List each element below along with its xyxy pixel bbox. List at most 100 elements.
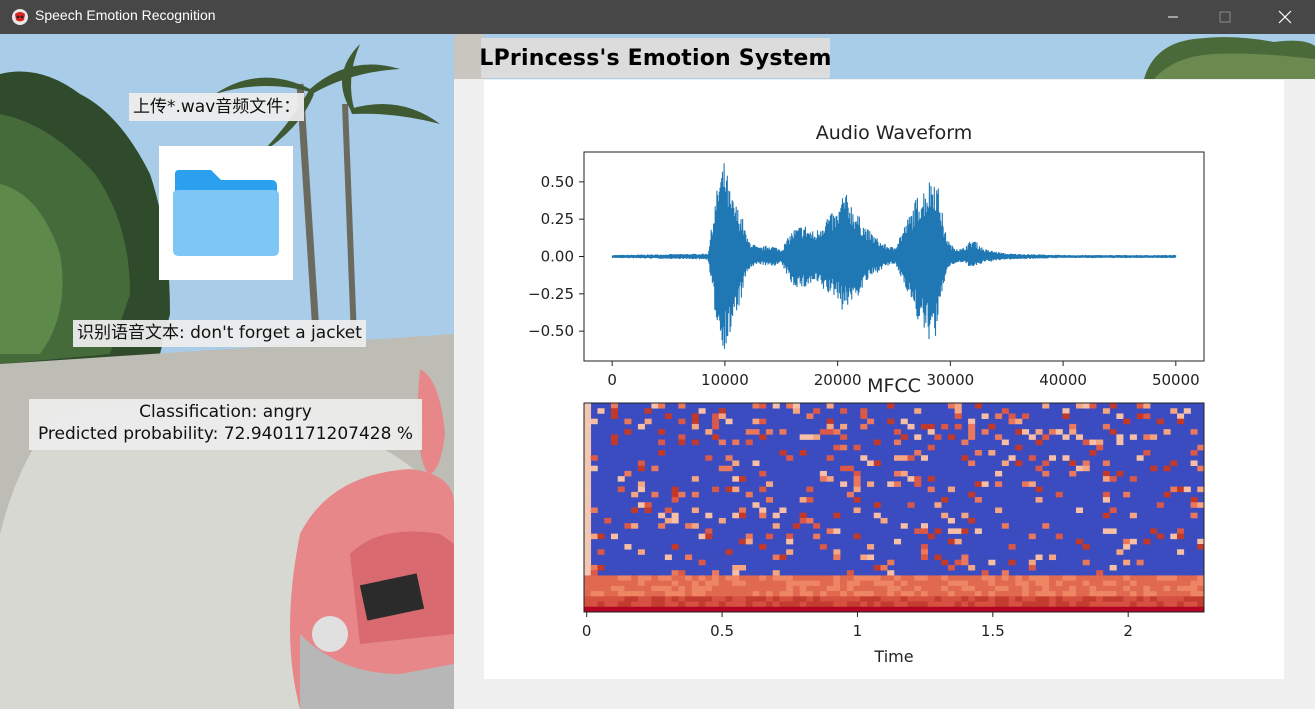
mfcc-cell	[759, 596, 767, 602]
mfcc-cell	[974, 575, 982, 581]
upload-label: 上传*.wav音频文件：	[129, 93, 305, 121]
mfcc-cell	[779, 450, 787, 456]
mfcc-cell	[1116, 580, 1124, 587]
mfcc-cell	[732, 601, 740, 608]
mfcc-cell	[651, 575, 659, 581]
mfcc-cell	[792, 408, 800, 414]
mfcc-cell	[1028, 596, 1036, 602]
mfcc-cell	[651, 596, 659, 602]
mfcc-cell	[1150, 575, 1158, 581]
mfcc-cell	[1082, 403, 1090, 409]
mfcc-cell	[995, 580, 1003, 587]
mfcc-cell	[968, 564, 976, 571]
mfcc-cell	[779, 554, 787, 561]
mfcc-cell	[705, 585, 713, 592]
mfcc-cell	[1190, 606, 1198, 613]
mfcc-cell	[624, 580, 632, 587]
mfcc-cell	[779, 596, 787, 602]
mfcc-cell	[1069, 575, 1077, 581]
mfcc-cell	[1102, 408, 1110, 414]
mfcc-cell	[718, 591, 726, 597]
mfcc-cell	[698, 606, 706, 613]
mfcc-cell	[941, 559, 949, 566]
mfcc-cell	[671, 570, 679, 576]
mfcc-cell	[1062, 408, 1070, 414]
mfcc-cell	[880, 585, 888, 592]
mfcc-cell	[1150, 528, 1158, 534]
mfcc-cell	[1143, 596, 1151, 602]
mfcc-cell	[1055, 575, 1063, 581]
mfcc-cell	[1129, 585, 1137, 592]
mfcc-cell	[765, 601, 773, 608]
mfcc-cell	[894, 470, 902, 477]
mfcc-cell	[597, 533, 605, 540]
mfcc-cell	[584, 434, 592, 440]
mfcc-cell	[1069, 460, 1077, 466]
classification-label: Classification: angry	[139, 402, 312, 422]
mfcc-cell	[1102, 476, 1110, 482]
mfcc-cell	[974, 596, 982, 602]
mfcc-cell	[1177, 486, 1185, 493]
mfcc-cell	[846, 606, 854, 613]
mfcc-cell	[604, 585, 612, 592]
mfcc-cell	[1082, 591, 1090, 597]
mfcc-cell	[1035, 554, 1043, 561]
close-button[interactable]	[1262, 0, 1308, 34]
upload-file-button[interactable]	[159, 146, 293, 280]
mfcc-cell	[705, 591, 713, 597]
mfcc-cell	[624, 575, 632, 581]
mfcc-cell	[907, 575, 915, 581]
mfcc-cell	[1170, 408, 1178, 414]
mfcc-cell	[873, 439, 881, 446]
mfcc-cell	[1177, 533, 1185, 540]
mfcc-cell	[968, 418, 976, 425]
mfcc-cell	[1001, 570, 1009, 576]
mfcc-cell	[860, 575, 868, 581]
mfcc-cell	[1177, 585, 1185, 592]
mfcc-cell	[840, 423, 848, 430]
mfcc-cell	[732, 486, 740, 493]
mfcc-cell	[968, 606, 976, 613]
mfcc-cell	[968, 601, 976, 608]
waveform-y-tick-label: 0.00	[541, 248, 574, 266]
mfcc-cell	[1096, 570, 1104, 576]
mfcc-cell	[759, 580, 767, 587]
mfcc-cell	[826, 606, 834, 613]
mfcc-cell	[947, 486, 955, 493]
mfcc-cell	[765, 481, 773, 487]
mfcc-cell	[671, 601, 679, 608]
app-icon	[12, 9, 28, 25]
mfcc-cell	[887, 575, 895, 581]
mfcc-cell	[914, 585, 922, 592]
mfcc-cell	[846, 570, 854, 576]
title-bar: Speech Emotion Recognition	[0, 0, 1315, 34]
mfcc-cell	[590, 606, 598, 613]
maximize-button[interactable]	[1202, 0, 1248, 34]
mfcc-cell	[840, 596, 848, 602]
mfcc-cell	[1116, 575, 1124, 581]
mfcc-cell	[725, 580, 733, 587]
mfcc-cell	[813, 591, 821, 597]
mfcc-cell	[981, 570, 989, 576]
mfcc-cell	[1197, 575, 1205, 581]
waveform-y-tick-label: −0.50	[528, 322, 574, 340]
minimize-icon	[1168, 16, 1178, 18]
mfcc-cell	[914, 596, 922, 602]
mfcc-cell	[772, 606, 780, 613]
mfcc-cell	[1049, 596, 1057, 602]
mfcc-cell	[1156, 418, 1164, 425]
mfcc-cell	[584, 601, 592, 608]
mfcc-cell	[678, 570, 686, 576]
minimize-button[interactable]	[1150, 0, 1196, 34]
mfcc-cell	[1022, 606, 1030, 613]
mfcc-cell	[934, 596, 942, 602]
mfcc-cell	[752, 418, 760, 425]
mfcc-cell	[1183, 591, 1191, 597]
mfcc-cell	[712, 434, 720, 440]
mfcc-cell	[792, 601, 800, 608]
mfcc-cell	[853, 580, 861, 587]
mfcc-cell	[752, 575, 760, 581]
mfcc-cell	[1156, 606, 1164, 613]
mfcc-cell	[786, 455, 794, 461]
waveform-x-tick-label: 10000	[701, 371, 749, 389]
